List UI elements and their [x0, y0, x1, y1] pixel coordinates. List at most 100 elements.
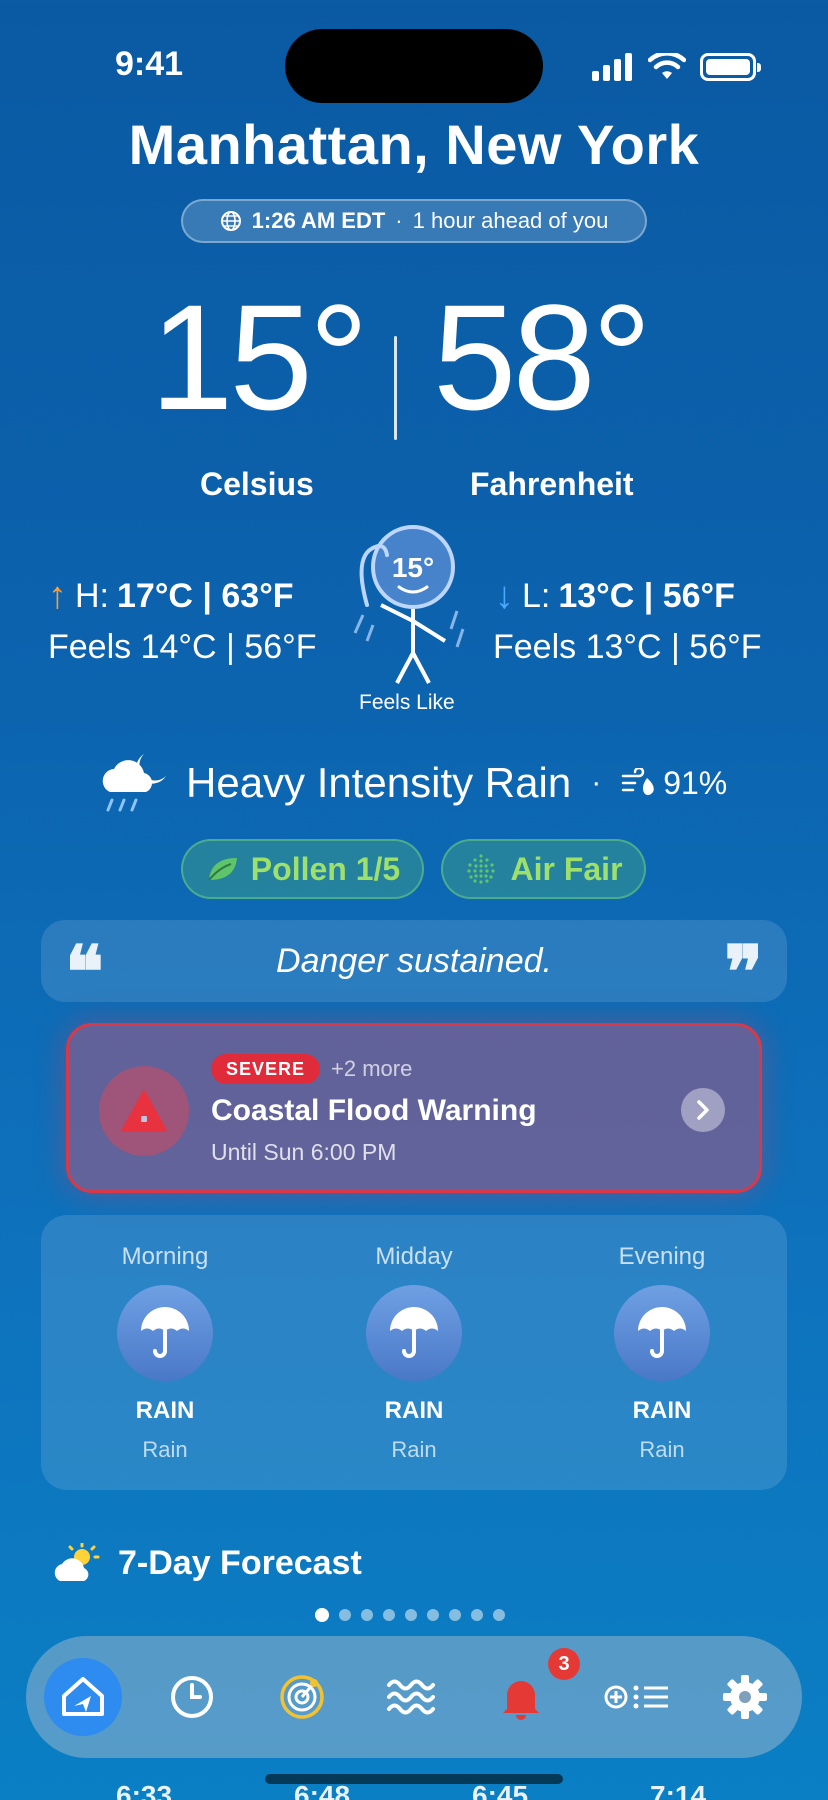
- more-alerts-count: +2 more: [331, 1056, 413, 1081]
- weather-alert-card[interactable]: SEVERE +2 more Coastal Flood Warning Unt…: [66, 1023, 762, 1193]
- page-dot: [449, 1609, 461, 1621]
- chevron-right-icon: [697, 1100, 709, 1120]
- dynamic-island: [285, 29, 543, 103]
- low-feels: Feels 13°C | 56°F: [493, 628, 762, 666]
- feels-like-label: Feels Like: [359, 691, 455, 714]
- period-condition: RAIN: [384, 1397, 444, 1424]
- bottom-tab-bar: [26, 1636, 802, 1758]
- high-value: 17°C | 63°F: [117, 577, 294, 615]
- condition-separator: ·: [591, 766, 602, 799]
- gear-icon: [723, 1675, 767, 1719]
- page-dot: [405, 1609, 417, 1621]
- umbrella-icon: [614, 1285, 710, 1381]
- page-dot-active: [315, 1608, 329, 1622]
- celsius-label: Celsius: [200, 466, 314, 502]
- alert-title: Coastal Flood Warning: [211, 1094, 537, 1127]
- page-dot: [339, 1609, 351, 1621]
- notification-badge: 3: [548, 1648, 580, 1680]
- pollen-pill[interactable]: Pollen 1/5: [181, 839, 424, 899]
- period-condition: RAIN: [135, 1397, 195, 1424]
- city-title[interactable]: Manhattan, New York: [0, 112, 828, 177]
- waves-icon: [387, 1679, 435, 1715]
- home-indicator[interactable]: [265, 1774, 563, 1784]
- tab-radar[interactable]: [263, 1658, 341, 1736]
- open-quote-icon: ❝: [65, 929, 104, 1014]
- cellular-signal-icon: [592, 53, 632, 81]
- condition-text: Heavy Intensity Rain: [186, 759, 572, 806]
- period-name: Midday: [375, 1243, 453, 1270]
- alert-until: Until Sun 6:00 PM: [211, 1139, 397, 1165]
- status-icons: [592, 50, 761, 84]
- temperature-fahrenheit: 58°: [433, 273, 652, 441]
- day-periods-card: Morning RAIN Rain Midday RAIN Rain Eveni…: [41, 1215, 787, 1490]
- wind-drop-icon: [621, 768, 654, 796]
- arrow-up-icon: ↑: [48, 575, 67, 617]
- quote-text: Danger sustained.: [276, 941, 552, 980]
- low-value: 13°C | 56°F: [558, 577, 735, 615]
- sunset-time: 7:14: [650, 1780, 707, 1800]
- bell-icon: [503, 1681, 539, 1720]
- sunrise-time: 6:33: [116, 1780, 173, 1800]
- local-time: 1:26 AM EDT: [251, 208, 386, 233]
- cloud-moon-rain-icon: [102, 754, 166, 812]
- feels-like-badge: 15°: [392, 552, 434, 583]
- pollen-label: Pollen 1/5: [250, 850, 401, 887]
- local-time-pill: 1:26 AM EDT · 1 hour ahead of you: [181, 199, 647, 243]
- period-evening[interactable]: Evening RAIN Rain: [562, 1243, 762, 1463]
- radar-icon: [280, 1675, 324, 1719]
- condition-row: Heavy Intensity Rain · 91%: [92, 748, 752, 818]
- severe-badge: SEVERE: [211, 1054, 321, 1084]
- quote-card: ❝ Danger sustained. ❞: [41, 920, 787, 1014]
- alert-icon-wrap: [99, 1066, 189, 1156]
- high-prefix: H:: [75, 577, 109, 615]
- period-name: Morning: [121, 1243, 209, 1270]
- precipitation: 91%: [621, 765, 727, 802]
- low-prefix: L:: [522, 577, 551, 615]
- page-dot: [493, 1609, 505, 1621]
- close-quote-icon: ❞: [724, 929, 763, 1014]
- page-dot: [361, 1609, 373, 1621]
- feels-like-figure-icon[interactable]: 15°: [345, 525, 475, 690]
- period-subtext: Rain: [391, 1437, 437, 1462]
- period-name: Evening: [618, 1243, 706, 1270]
- wifi-icon: [648, 53, 686, 79]
- time-offset: 1 hour ahead of you: [412, 208, 609, 233]
- status-time: 9:41: [115, 45, 184, 83]
- tab-hourly[interactable]: [153, 1658, 231, 1736]
- forecast-header[interactable]: 7-Day Forecast: [50, 1543, 362, 1583]
- high-feels: Feels 14°C | 56°F: [48, 628, 317, 666]
- high-temperature: ↑ H: 17°C | 63°F: [48, 575, 294, 618]
- globe-icon: [220, 211, 241, 231]
- page-dot: [383, 1609, 395, 1621]
- temperature-celsius: 15°: [150, 273, 369, 441]
- period-condition: RAIN: [632, 1397, 692, 1424]
- page-dot: [427, 1609, 439, 1621]
- forecast-title: 7-Day Forecast: [118, 1543, 362, 1582]
- period-subtext: Rain: [142, 1437, 188, 1462]
- clock-icon: [171, 1676, 213, 1718]
- sun-cloud-icon: [54, 1543, 100, 1581]
- page-indicator[interactable]: [315, 1608, 505, 1622]
- alert-chevron-button[interactable]: [681, 1088, 725, 1132]
- leaf-icon: [208, 858, 237, 881]
- tab-waves[interactable]: [372, 1658, 450, 1736]
- arrow-down-icon: ↓: [495, 575, 514, 617]
- tab-settings[interactable]: [706, 1658, 784, 1736]
- period-midday[interactable]: Midday RAIN Rain: [314, 1243, 514, 1463]
- page-dot: [471, 1609, 483, 1621]
- temperature-divider: [394, 336, 397, 440]
- add-list-icon: [604, 1685, 668, 1709]
- air-dots-icon: [467, 854, 496, 884]
- umbrella-icon: [117, 1285, 213, 1381]
- precipitation-value: 91%: [663, 764, 728, 801]
- period-subtext: Rain: [639, 1437, 685, 1462]
- separator-dot: ·: [395, 208, 403, 233]
- umbrella-icon: [366, 1285, 462, 1381]
- tab-home[interactable]: [44, 1658, 122, 1736]
- period-morning[interactable]: Morning RAIN Rain: [65, 1243, 265, 1463]
- battery-icon: [700, 53, 761, 81]
- air-quality-pill[interactable]: Air Fair: [441, 839, 646, 899]
- warning-triangle-icon: [121, 1090, 167, 1132]
- air-label: Air Fair: [510, 850, 623, 887]
- tab-locations-list[interactable]: [591, 1658, 687, 1736]
